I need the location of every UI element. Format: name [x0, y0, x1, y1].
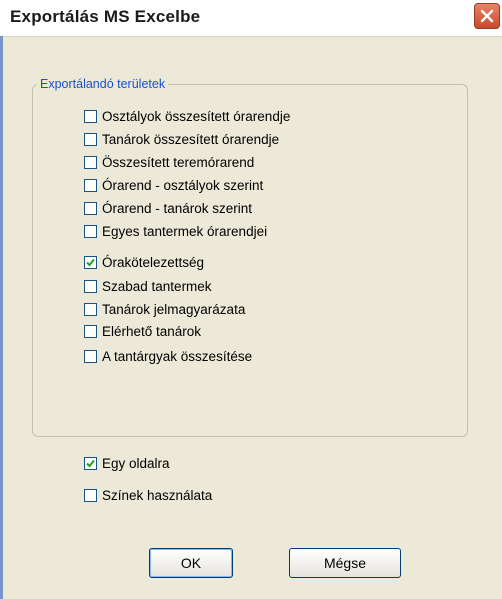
checkbox-free-rooms[interactable]: Szabad tantermek [84, 277, 212, 295]
checkbox-box-checked[interactable] [84, 456, 97, 470]
checkbox-label: Órakötelezettség [102, 254, 205, 270]
checkbox-box[interactable] [84, 302, 97, 316]
checkbox-box[interactable] [84, 324, 97, 338]
checkbox-label: A tantárgyak összesítése [102, 348, 253, 364]
cancel-button[interactable]: Mégse [289, 548, 401, 578]
checkbox-label: Órarend - osztályok szerint [102, 177, 264, 193]
checkbox-timetable-by-class[interactable]: Órarend - osztályok szerint [84, 176, 263, 194]
checkbox-label: Órarend - tanárok szerint [102, 200, 253, 216]
checkbox-label: Színek használata [102, 487, 213, 503]
checkbox-teacher-summary-timetable[interactable]: Tanárok összesített órarendje [84, 130, 279, 148]
checkbox-box[interactable] [84, 349, 97, 363]
checkbox-use-colors[interactable]: Színek használata [84, 486, 212, 504]
checkbox-label: Osztályok összesített órarendje [102, 108, 291, 124]
checkbox-label: Összesített teremórarend [102, 154, 255, 170]
checkbox-label: Egy oldalra [102, 455, 170, 471]
close-icon [480, 9, 494, 23]
checkbox-subject-summary[interactable]: A tantárgyak összesítése [84, 347, 252, 365]
checkbox-box[interactable] [84, 488, 97, 502]
checkbox-box[interactable] [84, 132, 97, 146]
checkbox-room-timetables[interactable]: Egyes tantermek órarendjei [84, 222, 267, 240]
ok-button[interactable]: OK [149, 548, 233, 578]
title-bar: Exportálás MS Excelbe [0, 0, 502, 37]
checkbox-box[interactable] [84, 224, 97, 238]
checkbox-label: Tanárok összesített órarendje [102, 131, 280, 147]
checkbox-teaching-obligation[interactable]: Órakötelezettség [84, 253, 204, 271]
checkbox-box[interactable] [84, 155, 97, 169]
checkbox-class-summary-timetable[interactable]: Osztályok összesített órarendje [84, 107, 290, 125]
checkmark-icon [86, 258, 95, 266]
checkbox-one-page[interactable]: Egy oldalra [84, 454, 170, 472]
checkbox-box[interactable] [84, 178, 97, 192]
checkbox-box[interactable] [84, 109, 97, 123]
checkbox-label: Tanárok jelmagyarázata [102, 301, 246, 317]
export-areas-legend: Exportálandó területek [40, 77, 166, 91]
checkmark-icon [86, 459, 95, 467]
dialog-border [0, 36, 3, 599]
window-title: Exportálás MS Excelbe [10, 7, 201, 26]
checkbox-box[interactable] [84, 201, 97, 215]
checkbox-label: Egyes tantermek órarendjei [102, 223, 268, 239]
checkbox-box-checked[interactable] [84, 255, 97, 269]
checkbox-room-summary-timetable[interactable]: Összesített teremórarend [84, 153, 254, 171]
checkbox-label: Szabad tantermek [102, 278, 212, 294]
checkbox-label: Elérhető tanárok [102, 323, 202, 339]
checkbox-teacher-legend[interactable]: Tanárok jelmagyarázata [84, 300, 245, 318]
checkbox-box[interactable] [84, 279, 97, 293]
checkbox-timetable-by-teacher[interactable]: Órarend - tanárok szerint [84, 199, 252, 217]
close-button[interactable] [474, 3, 500, 29]
checkbox-available-teachers[interactable]: Elérhető tanárok [84, 322, 201, 340]
